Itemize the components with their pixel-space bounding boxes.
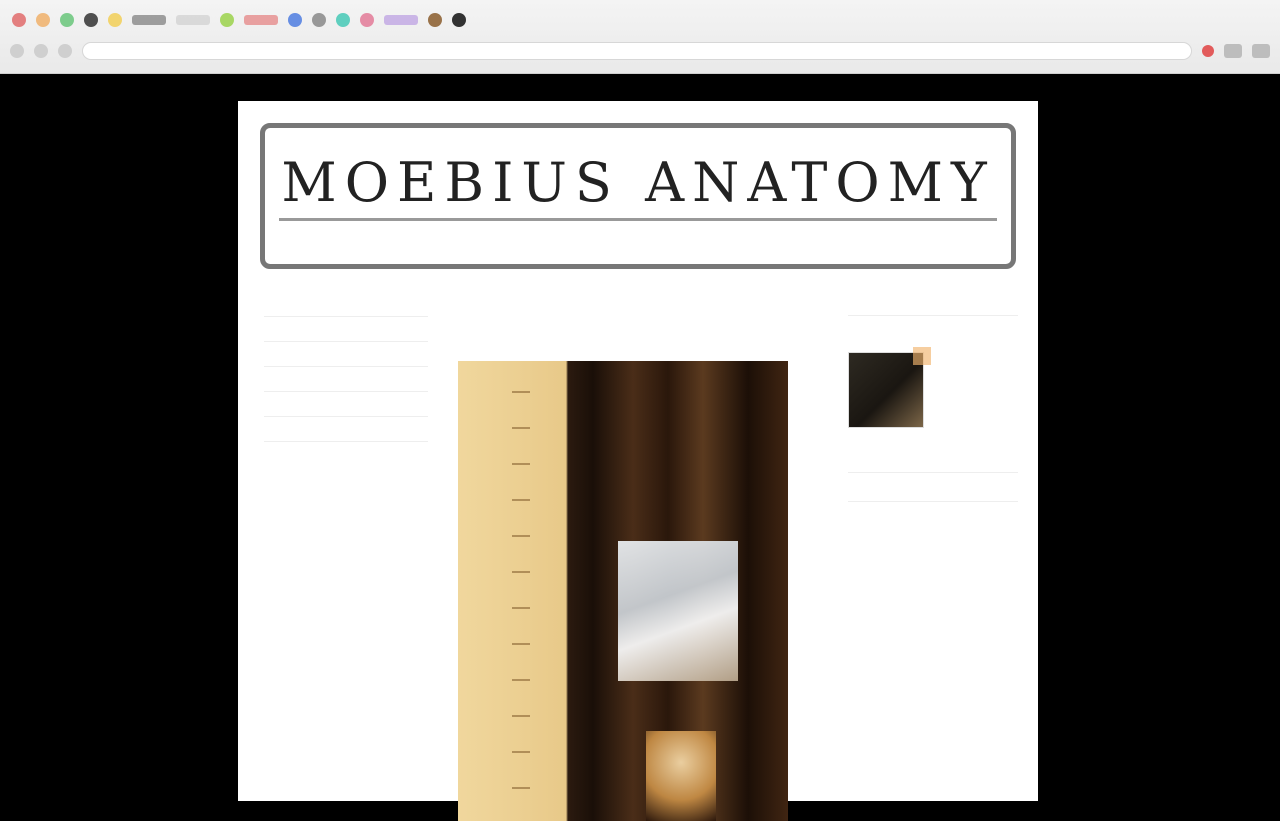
- forward-button[interactable]: [34, 44, 48, 58]
- sidebar-text-block: [848, 458, 1018, 473]
- browser-chrome: [0, 0, 1280, 74]
- post-image[interactable]: [458, 361, 788, 821]
- image-light-panel: [618, 541, 738, 681]
- address-bar[interactable]: [82, 42, 1192, 60]
- sidebar-link[interactable]: [264, 329, 428, 342]
- bookmark-favicon-teal[interactable]: [336, 13, 350, 27]
- site-title[interactable]: MOEBIUS ANATOMY: [265, 156, 1011, 210]
- bookmark-folder[interactable]: [132, 15, 166, 25]
- reload-button[interactable]: [58, 44, 72, 58]
- bookmark-folder[interactable]: [384, 15, 418, 25]
- left-sidebar: [264, 301, 428, 454]
- bookmark-favicon-gray[interactable]: [312, 13, 326, 27]
- sidebar-link[interactable]: [264, 404, 428, 417]
- blog-page: MOEBIUS ANATOMY: [238, 101, 1038, 821]
- bookmark-favicon-blue[interactable]: [288, 13, 302, 27]
- sidebar-link[interactable]: [264, 379, 428, 392]
- site-header: MOEBIUS ANATOMY: [260, 123, 1016, 269]
- back-button[interactable]: [10, 44, 24, 58]
- bookmark-favicon-green[interactable]: [60, 13, 74, 27]
- bookmark-favicon-orange[interactable]: [36, 13, 50, 27]
- menu-icon[interactable]: [1252, 44, 1270, 58]
- bookmark-folder[interactable]: [244, 15, 278, 25]
- right-sidebar: [848, 301, 1018, 516]
- header-divider: [279, 218, 997, 221]
- extension-icon[interactable]: [1224, 44, 1242, 58]
- image-spine-markings: [512, 391, 530, 811]
- bookmark-favicon-lime[interactable]: [220, 13, 234, 27]
- bookmark-favicon-dark[interactable]: [84, 13, 98, 27]
- address-row: [10, 40, 1270, 62]
- sidebar-link[interactable]: [264, 354, 428, 367]
- bookmark-favicon-black[interactable]: [452, 13, 466, 27]
- bookmark-folder[interactable]: [176, 15, 210, 25]
- thumbnail-widget[interactable]: [848, 347, 1018, 428]
- extension-icon[interactable]: [1202, 45, 1214, 57]
- sidebar-heading: [848, 301, 1018, 316]
- sidebar-link[interactable]: [264, 304, 428, 317]
- bookmark-favicon-red[interactable]: [12, 13, 26, 27]
- image-lower-figure: [646, 731, 716, 821]
- bookmarks-bar: [12, 8, 466, 32]
- thumbnail-image[interactable]: [848, 347, 931, 428]
- sidebar-link[interactable]: [264, 429, 428, 442]
- bookmark-favicon-brown[interactable]: [428, 13, 442, 27]
- bookmark-favicon-yellow[interactable]: [108, 13, 122, 27]
- main-post: [450, 287, 790, 821]
- sidebar-text-block: [848, 487, 1018, 502]
- bookmark-favicon-pink[interactable]: [360, 13, 374, 27]
